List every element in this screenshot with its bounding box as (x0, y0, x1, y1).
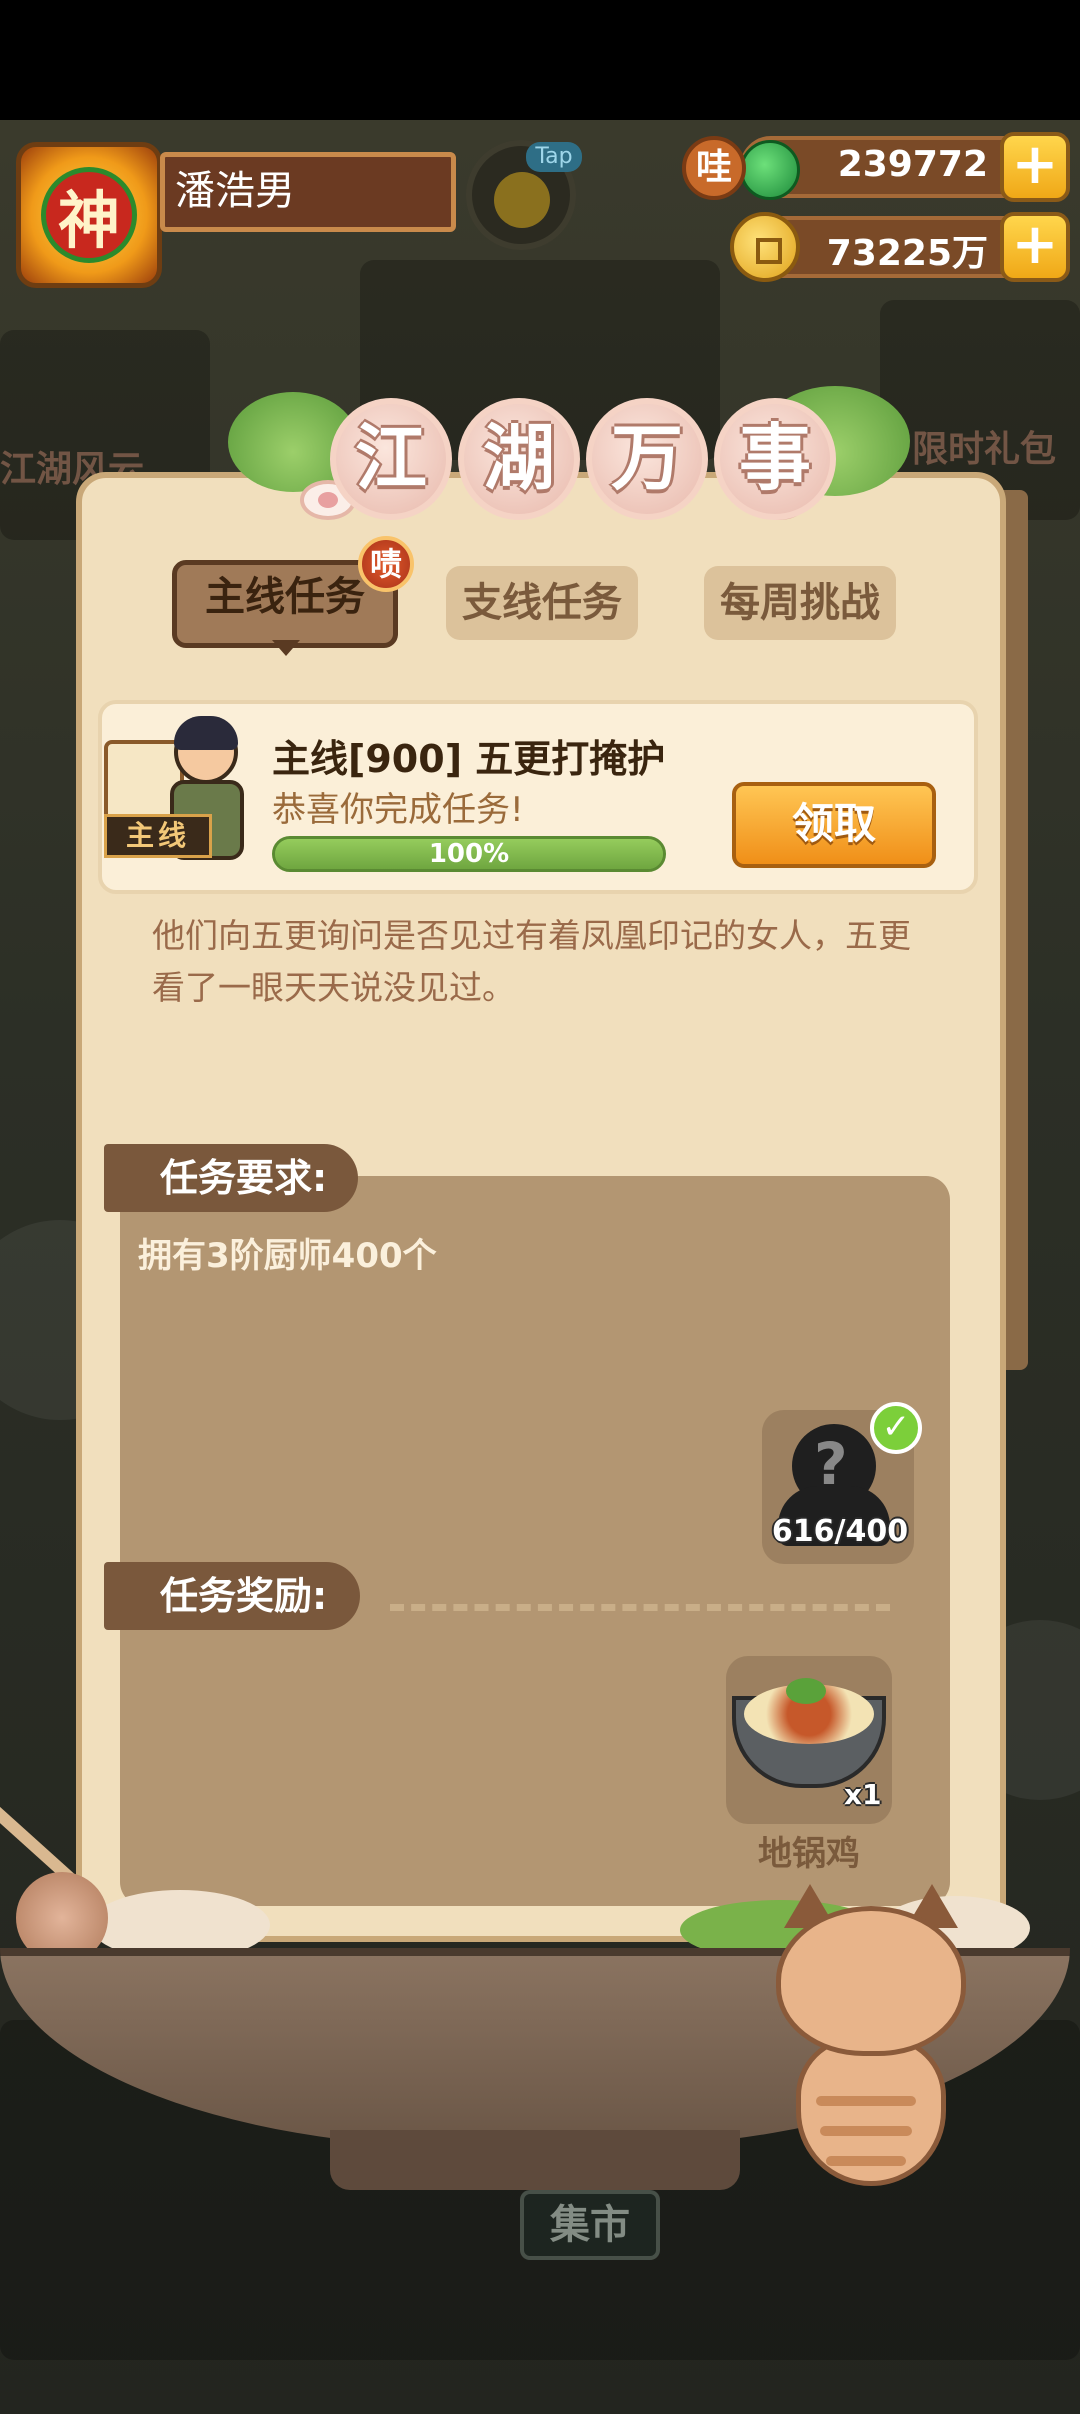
quest-type-tag: 主线 (104, 814, 212, 858)
divider (390, 1604, 890, 1611)
cat-stripe (820, 2126, 912, 2136)
cat-head (776, 1906, 966, 2056)
market-sign[interactable]: 集市 (520, 2190, 660, 2260)
avatar-emblem: 神 (41, 167, 137, 263)
title-char: 事 (714, 398, 836, 520)
add-jade-button[interactable]: + (1000, 132, 1070, 202)
character-hair (174, 716, 238, 750)
player-name: 潘浩男 (160, 152, 456, 232)
requirement-text: 拥有3阶厨师400个 (138, 1236, 437, 1276)
limited-gift-label[interactable]: 限时礼包 (912, 420, 1056, 472)
title-char: 湖 (458, 398, 580, 520)
add-coin-button[interactable]: + (1000, 212, 1070, 282)
tap-face-icon (494, 172, 550, 228)
task-title: 主线[900] 五更打掩护 (272, 737, 666, 781)
title-char: 江 (330, 398, 452, 520)
story-text: 他们向五更询问是否见过有着凤凰印记的女人，五更看了一眼天天说没见过。 (152, 916, 911, 1007)
tab-side-quest[interactable]: 支线任务 (446, 566, 638, 640)
tab-weekly-challenge[interactable]: 每周挑战 (704, 566, 896, 640)
requirements-header: 任务要求: (104, 1144, 358, 1212)
question-mark-icon: ? (814, 1430, 848, 1498)
task-progress-bar: 100% (272, 836, 666, 872)
task-status: 恭喜你完成任务! (272, 790, 524, 830)
garnish-icon (786, 1678, 826, 1704)
tab-pointer (272, 640, 300, 656)
title-char: 万 (586, 398, 708, 520)
coin-icon (730, 212, 800, 282)
player-avatar[interactable]: 神 (16, 142, 162, 288)
check-icon: ✓ (870, 1402, 922, 1454)
rewards-header: 任务奖励: (104, 1562, 360, 1630)
coin-value: 73225万 (826, 233, 988, 274)
reward-name: 地锅鸡 (758, 1834, 860, 1874)
wa-icon: 哇 (682, 136, 746, 200)
cat-stripe (816, 2096, 916, 2106)
panel-title: 江 湖 万 事 (330, 398, 836, 520)
cat-mascot (776, 1884, 966, 2196)
claim-button[interactable]: 领取 (732, 782, 936, 868)
bowl-base (330, 2130, 740, 2190)
progress-text: 100% (428, 839, 510, 869)
requirement-count: 616/400 (771, 1514, 909, 1549)
cat-stripe (826, 2156, 906, 2166)
reward-quantity: x1 (844, 1778, 882, 1811)
tab-badge: 啧 (358, 536, 414, 592)
jade-value: 239772 (837, 144, 988, 185)
tap-badge: Tap (526, 142, 582, 172)
jade-icon (740, 140, 800, 200)
